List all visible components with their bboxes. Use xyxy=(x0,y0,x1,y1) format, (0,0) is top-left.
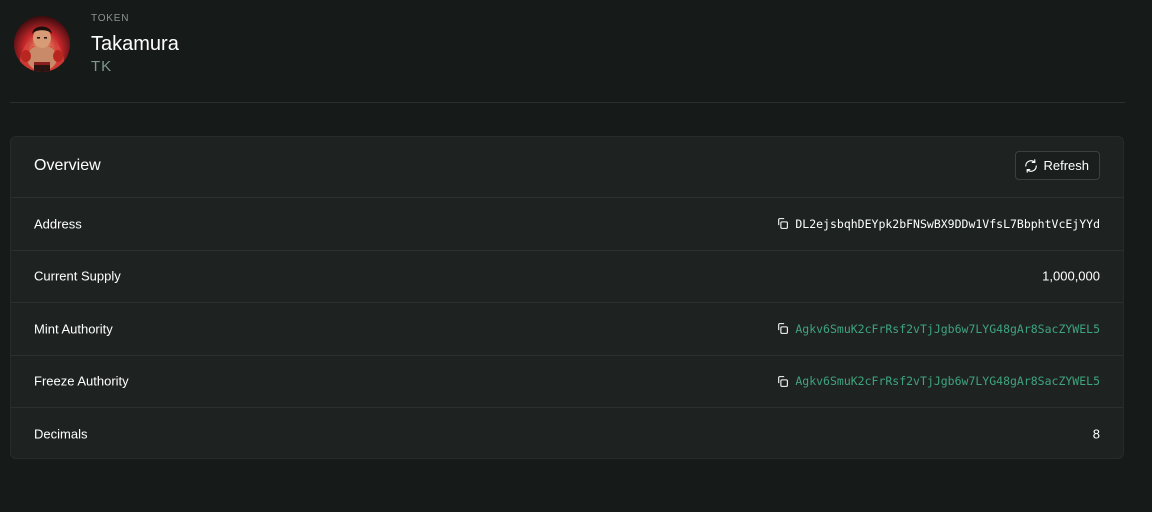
row-label: Address xyxy=(34,216,82,232)
mint-authority-link[interactable]: Agkv6SmuK2cFrRsf2vTjJgb6w7LYG48gAr8SacZY… xyxy=(795,322,1100,336)
refresh-button[interactable]: Refresh xyxy=(1015,151,1100,180)
row-current-supply: Current Supply 1,000,000 xyxy=(11,251,1123,303)
token-name: Takamura xyxy=(91,33,179,55)
row-freeze-authority: Freeze Authority Agkv6SmuK2cFrRsf2vTjJgb… xyxy=(11,356,1123,408)
row-label: Mint Authority xyxy=(34,321,113,337)
copy-icon[interactable] xyxy=(776,375,789,388)
row-decimals: Decimals 8 xyxy=(11,408,1123,458)
row-value: DL2ejsbqhDEYpk2bFNSwBX9DDw1VfsL7BbphtVcE… xyxy=(776,217,1100,231)
row-mint-authority: Mint Authority Agkv6SmuK2cFrRsf2vTjJgb6w… xyxy=(11,303,1123,356)
refresh-icon xyxy=(1025,158,1038,173)
row-label: Current Supply xyxy=(34,268,121,284)
token-avatar xyxy=(14,16,70,72)
avatar-image xyxy=(14,16,70,72)
row-address: Address DL2ejsbqhDEYpk2bFNSwBX9DDw1VfsL7… xyxy=(11,198,1123,251)
overview-title: Overview xyxy=(34,157,101,174)
row-label: Freeze Authority xyxy=(34,373,129,389)
row-value: Agkv6SmuK2cFrRsf2vTjJgb6w7LYG48gAr8SacZY… xyxy=(776,374,1100,388)
copy-icon[interactable] xyxy=(776,217,789,230)
row-value: 1,000,000 xyxy=(1042,269,1100,284)
decimals-value: 8 xyxy=(1092,426,1100,442)
token-symbol: TK xyxy=(91,58,113,75)
copy-icon[interactable] xyxy=(776,322,789,335)
refresh-label: Refresh xyxy=(1043,158,1089,173)
header-divider xyxy=(10,102,1125,103)
current-supply-value: 1,000,000 xyxy=(1042,268,1100,284)
freeze-authority-link[interactable]: Agkv6SmuK2cFrRsf2vTjJgb6w7LYG48gAr8SacZY… xyxy=(795,374,1100,388)
token-header: TOKEN Takamura TK xyxy=(0,0,1152,103)
address-value: DL2ejsbqhDEYpk2bFNSwBX9DDw1VfsL7BbphtVcE… xyxy=(795,216,1100,231)
row-label: Decimals xyxy=(34,426,88,442)
row-value: Agkv6SmuK2cFrRsf2vTjJgb6w7LYG48gAr8SacZY… xyxy=(776,322,1100,336)
token-kicker: TOKEN xyxy=(91,13,130,24)
overview-card-header: Overview Refresh xyxy=(11,137,1123,198)
overview-card: Overview Refresh Address DL2ejsbqhDEYpk2… xyxy=(10,136,1124,459)
row-value: 8 xyxy=(1093,427,1100,442)
